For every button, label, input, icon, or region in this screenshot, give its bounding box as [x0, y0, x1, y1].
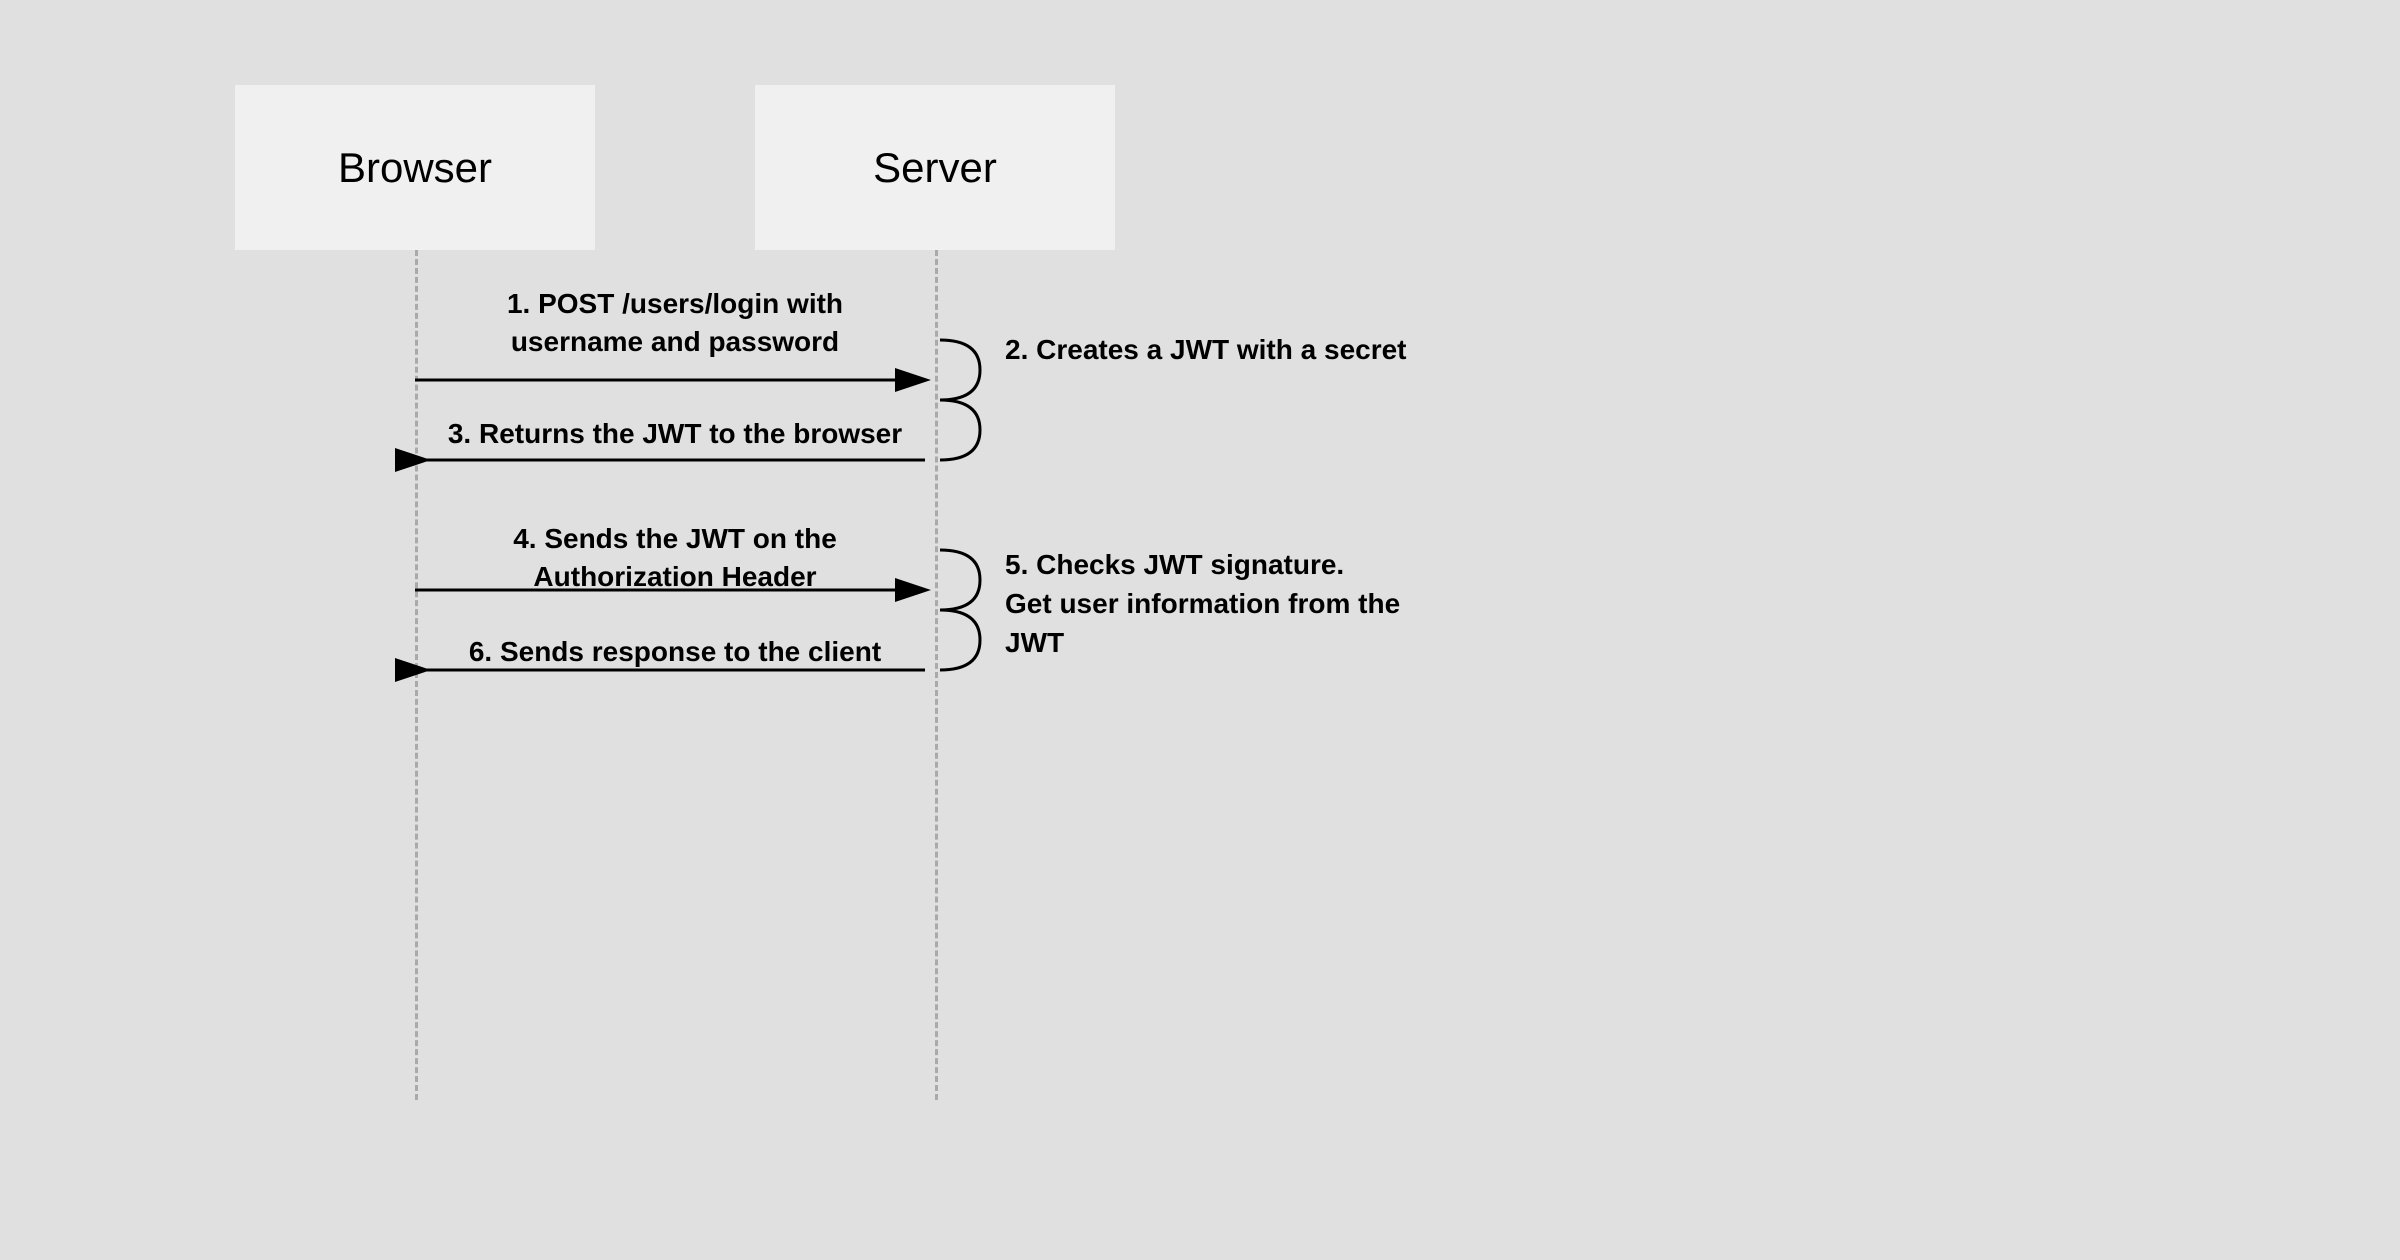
step2-label: 2. Creates a JWT with a secret	[1005, 330, 1425, 369]
server-actor-box: Server	[755, 85, 1115, 250]
browser-actor-box: Browser	[235, 85, 595, 250]
server-lifeline	[935, 250, 938, 1100]
browser-label: Browser	[338, 144, 492, 192]
diagram-container: Browser Server 1. POST /users/login with…	[0, 0, 2400, 1260]
arc2	[940, 340, 980, 460]
step5-label: 5. Checks JWT signature.Get user informa…	[1005, 545, 1465, 663]
server-label: Server	[873, 144, 997, 192]
step3-label: 3. Returns the JWT to the browser	[430, 415, 920, 453]
browser-lifeline	[415, 250, 418, 1100]
step6-label: 6. Sends response to the client	[430, 633, 920, 671]
step1-label: 1. POST /users/login withusername and pa…	[430, 285, 920, 361]
arc5	[940, 550, 980, 670]
step4-label: 4. Sends the JWT on theAuthorization Hea…	[430, 520, 920, 596]
